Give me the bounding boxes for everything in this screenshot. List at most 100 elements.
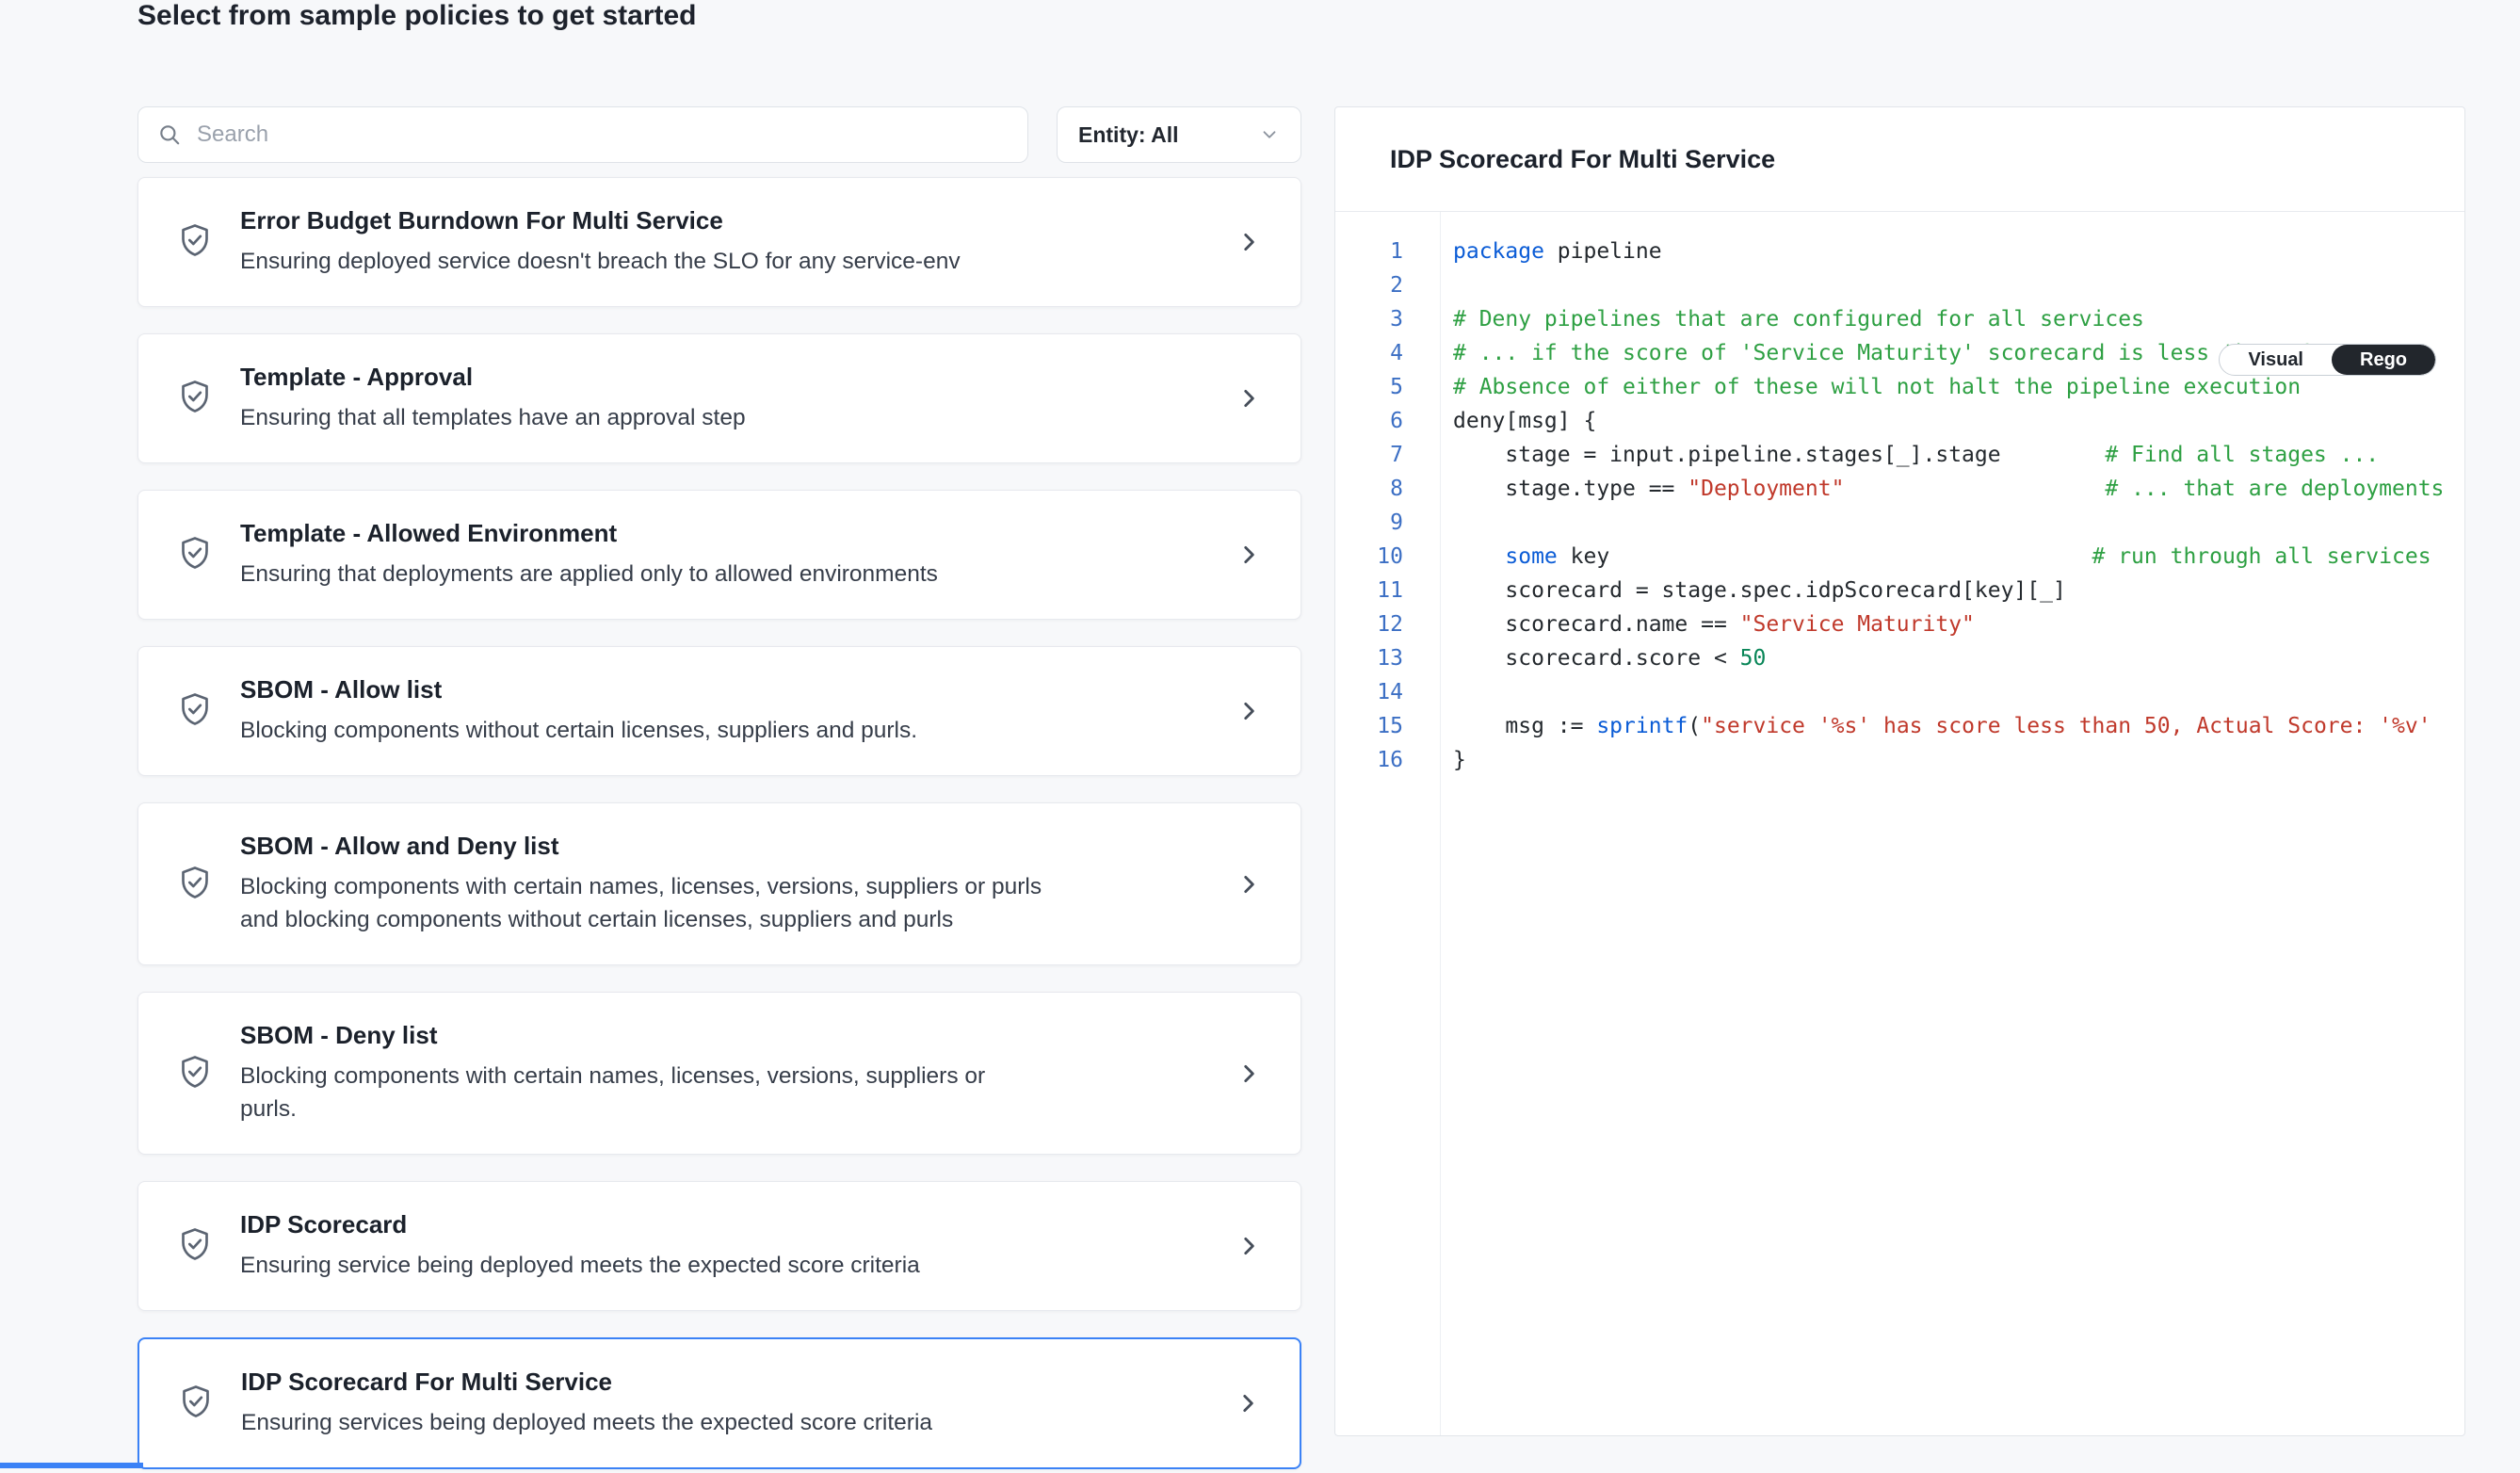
code-line: 9 — [1335, 506, 2464, 540]
code-token-plain: scorecard.name == — [1453, 612, 1740, 637]
line-number: 1 — [1335, 235, 1403, 268]
code-token-keyword: package — [1453, 239, 1544, 264]
entity-filter-dropdown[interactable]: Entity: All — [1057, 106, 1301, 163]
code-token-comment: # Absence of either of these will not ha… — [1453, 375, 2301, 399]
code-token-plain: stage = input.pipeline.stages[_].stage — [1453, 443, 2105, 467]
policy-description: Ensuring that deployments are applied on… — [240, 558, 938, 591]
shield-check-icon — [177, 1383, 215, 1424]
code-token-string: "service '%s' has score less than 50, Ac… — [1701, 714, 2431, 738]
policy-list-item[interactable]: Template - Approval Ensuring that all te… — [137, 333, 1301, 463]
rego-toggle-button[interactable]: Rego — [2332, 345, 2435, 375]
policy-list-item[interactable]: SBOM - Deny list Blocking components wit… — [137, 992, 1301, 1155]
code-text: stage = input.pipeline.stages[_].stage #… — [1453, 438, 2379, 472]
code-editor[interactable]: 1 package pipeline 2 3 # Deny pipelines … — [1335, 212, 2464, 1435]
chevron-right-icon — [1236, 1058, 1261, 1090]
code-line: 16 } — [1335, 743, 2464, 777]
chevron-right-icon — [1236, 1230, 1261, 1262]
policy-text: Template - Approval Ensuring that all te… — [240, 363, 746, 434]
code-token-plain: } — [1453, 748, 1466, 772]
policy-preview-panel: IDP Scorecard For Multi Service 1 packag… — [1334, 106, 2465, 1436]
code-text: scorecard = stage.spec.idpScorecard[key]… — [1453, 574, 2066, 607]
policy-list-item[interactable]: IDP Scorecard Ensuring service being dep… — [137, 1181, 1301, 1311]
preview-header: IDP Scorecard For Multi Service — [1335, 107, 2464, 212]
code-token-function: sprintf — [1596, 714, 1688, 738]
bottom-accent-bar — [0, 1463, 143, 1468]
visual-toggle-button[interactable]: Visual — [2220, 345, 2332, 375]
policy-text: SBOM - Allow and Deny list Blocking comp… — [240, 832, 1045, 936]
code-line: 8 stage.type == "Deployment" # ... that … — [1335, 472, 2464, 506]
policy-list-item[interactable]: IDP Scorecard For Multi Service Ensuring… — [137, 1337, 1301, 1469]
policy-list-item[interactable]: SBOM - Allow and Deny list Blocking comp… — [137, 802, 1301, 965]
policy-list-item[interactable]: Error Budget Burndown For Multi Service … — [137, 177, 1301, 307]
code-token-plain: ( — [1688, 714, 1701, 738]
line-number: 12 — [1335, 607, 1403, 641]
code-line: 2 — [1335, 268, 2464, 302]
code-token-comment: # Deny pipelines that are configured for… — [1453, 307, 2144, 332]
line-number: 11 — [1335, 574, 1403, 607]
line-number: 2 — [1335, 268, 1403, 302]
policy-text: SBOM - Deny list Blocking components wit… — [240, 1021, 1045, 1125]
code-token-plain: scorecard = stage.spec.idpScorecard[key]… — [1453, 578, 2066, 603]
policy-description: Blocking components with certain names, … — [240, 1060, 1045, 1125]
code-line: 3 # Deny pipelines that are configured f… — [1335, 302, 2464, 336]
line-number: 3 — [1335, 302, 1403, 336]
code-token-plain: key — [1558, 544, 2092, 569]
policy-list-item[interactable]: Template - Allowed Environment Ensuring … — [137, 490, 1301, 620]
code-text: } — [1453, 743, 1466, 777]
code-token-keyword: some — [1505, 544, 1557, 569]
chevron-right-icon — [1236, 226, 1261, 258]
line-number: 14 — [1335, 675, 1403, 709]
policy-text: Error Budget Burndown For Multi Service … — [240, 206, 961, 278]
code-token-string: "Deployment" — [1688, 477, 1844, 501]
line-number: 8 — [1335, 472, 1403, 506]
chevron-down-icon — [1259, 124, 1280, 145]
line-number: 9 — [1335, 506, 1403, 540]
policy-title: IDP Scorecard — [240, 1210, 920, 1239]
line-number: 16 — [1335, 743, 1403, 777]
chevron-right-icon — [1236, 868, 1261, 900]
shield-check-icon — [176, 864, 214, 905]
shield-check-icon — [176, 690, 214, 732]
shield-check-icon — [176, 221, 214, 263]
code-text: package pipeline — [1453, 235, 1662, 268]
gutter-divider — [1440, 212, 1441, 1435]
code-text: deny[msg] { — [1453, 404, 1596, 438]
policy-title: SBOM - Allow list — [240, 675, 917, 704]
chevron-right-icon — [1236, 539, 1261, 571]
line-number: 5 — [1335, 370, 1403, 404]
policy-list-item[interactable]: SBOM - Allow list Blocking components wi… — [137, 646, 1301, 776]
code-text: scorecard.name == "Service Maturity" — [1453, 607, 1975, 641]
policy-description: Ensuring deployed service doesn't breach… — [240, 245, 961, 278]
code-token-comment: # run through all services — [2092, 544, 2431, 569]
code-text: some key # run through all services — [1453, 540, 2431, 574]
policy-text: IDP Scorecard For Multi Service Ensuring… — [241, 1368, 932, 1439]
preview-title: IDP Scorecard For Multi Service — [1390, 145, 1775, 174]
code-line: 7 stage = input.pipeline.stages[_].stage… — [1335, 438, 2464, 472]
chevron-right-icon — [1236, 695, 1261, 727]
policy-description: Blocking components without certain lice… — [240, 714, 917, 747]
code-token-plain: msg := — [1453, 714, 1596, 738]
view-mode-toggle: Visual Rego — [2219, 344, 2436, 376]
policy-text: Template - Allowed Environment Ensuring … — [240, 519, 938, 591]
code-lines: 1 package pipeline 2 3 # Deny pipelines … — [1335, 235, 2464, 777]
code-token-comment: # ... if the score of 'Service Maturity'… — [1453, 341, 2327, 365]
code-token-plain: stage.type == — [1453, 477, 1688, 501]
policy-title: Error Budget Burndown For Multi Service — [240, 206, 961, 235]
line-number: 10 — [1335, 540, 1403, 574]
shield-check-icon — [176, 1053, 214, 1094]
code-text: stage.type == "Deployment" # ... that ar… — [1453, 472, 2444, 506]
code-token-comment: # ... that are deployments — [2105, 477, 2444, 501]
policy-description: Ensuring service being deployed meets th… — [240, 1249, 920, 1282]
code-text: msg := sprintf("service '%s' has score l… — [1453, 709, 2431, 743]
code-text: # Absence of either of these will not ha… — [1453, 370, 2301, 404]
shield-check-icon — [176, 1225, 214, 1267]
entity-filter-label: Entity: All — [1078, 122, 1178, 148]
line-number: 6 — [1335, 404, 1403, 438]
search-box — [137, 106, 1028, 163]
code-token-string: "Service Maturity" — [1740, 612, 1975, 637]
code-token-number: 50 — [1740, 646, 1767, 671]
line-number: 7 — [1335, 438, 1403, 472]
search-input[interactable] — [197, 121, 1009, 148]
chevron-right-icon — [1236, 1387, 1260, 1419]
code-line: 1 package pipeline — [1335, 235, 2464, 268]
